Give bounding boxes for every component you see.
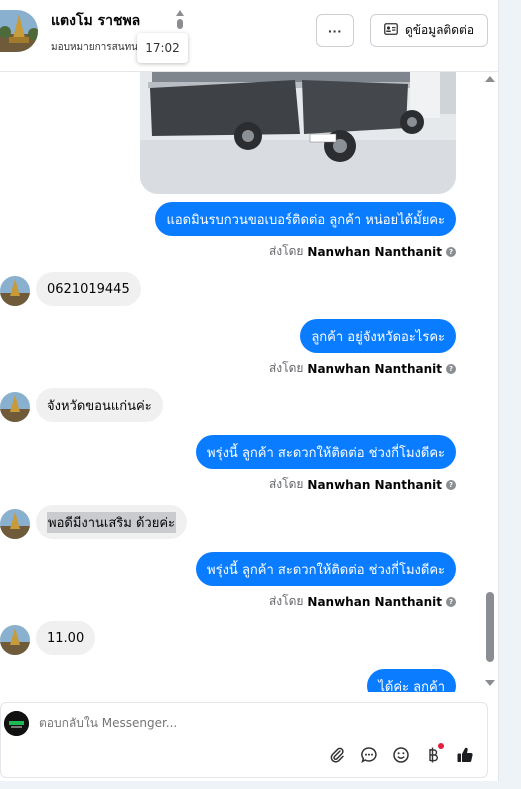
selected-text[interactable]: พอดีมีงานเสริม ด้วยค่ะ	[47, 511, 177, 533]
baht-icon[interactable]	[423, 743, 444, 765]
reply-composer	[0, 702, 488, 778]
outgoing-message[interactable]: ได้ค่ะ ลูกค้า	[367, 669, 456, 692]
info-icon[interactable]: ?	[446, 479, 456, 490]
chat-bubble-icon[interactable]	[359, 745, 379, 765]
view-contact-label: ดูข้อมูลติดต่อ	[404, 23, 475, 37]
sender-name[interactable]: Nanwhan Nanthanit	[307, 478, 442, 492]
info-icon[interactable]: ?	[446, 596, 456, 607]
incoming-message[interactable]: พอดีมีงานเสริม ด้วยค่ะ	[36, 505, 188, 539]
more-options-button[interactable]: ···	[316, 14, 354, 47]
smiley-icon[interactable]	[391, 745, 411, 765]
thumbs-up-icon[interactable]	[455, 745, 475, 765]
sent-by-line: ส่งโดย Nanwhan Nanthanit ?	[269, 242, 456, 261]
incoming-message[interactable]: จังหวัดขอนแก่นค่ะ	[36, 388, 163, 422]
contact-message-avatar[interactable]	[0, 625, 30, 655]
header-scroll-icon	[176, 10, 184, 32]
view-contact-button[interactable]: ดูข้อมูลติดต่อ	[370, 14, 488, 47]
more-dots-icon: ···	[328, 22, 342, 39]
message-list[interactable]: แอดมินรบกวนขอเบอร์ติดต่อ ลูกค้า หน่อยได้…	[0, 72, 484, 692]
scroll-down-arrow-icon[interactable]	[485, 680, 495, 686]
info-icon[interactable]: ?	[446, 246, 456, 257]
message-scrollbar[interactable]	[484, 72, 498, 690]
assign-conversation-label[interactable]: มอบหมายการสนทนา	[51, 40, 141, 55]
contact-name[interactable]: แตงโม ราชพล	[51, 10, 140, 32]
sent-by-prefix: ส่งโดย	[268, 361, 304, 375]
outgoing-message[interactable]: แอดมินรบกวนขอเบอร์ติดต่อ ลูกค้า หน่อยได้…	[155, 202, 456, 236]
sender-name[interactable]: Nanwhan Nanthanit	[307, 595, 442, 609]
right-edge-strip	[498, 0, 521, 789]
contact-message-avatar[interactable]	[0, 276, 30, 306]
sent-by-line: ส่งโดย Nanwhan Nanthanit ?	[269, 592, 456, 611]
contact-card-icon	[384, 23, 398, 38]
conversation-header: แตงโม ราชพล มอบหมายการสนทนา 17:02 ··· ดู…	[0, 0, 498, 72]
contact-message-avatar[interactable]	[0, 509, 30, 539]
incoming-message[interactable]: 11.00	[36, 621, 96, 655]
contact-avatar[interactable]	[0, 10, 38, 52]
scrollbar-thumb[interactable]	[486, 592, 494, 662]
outgoing-message[interactable]: ลูกค้า อยู่จังหวัดอะไรคะ	[300, 319, 456, 353]
bottom-edge-strip	[0, 781, 521, 789]
sent-by-line: ส่งโดย Nanwhan Nanthanit ?	[269, 359, 456, 378]
sent-by-prefix: ส่งโดย	[268, 244, 304, 258]
outgoing-message[interactable]: พรุ่งนี้ ลูกค้า สะดวกให้ติดต่อ ช่วงกี่โม…	[196, 552, 456, 586]
contact-message-avatar[interactable]	[0, 392, 30, 422]
info-icon[interactable]: ?	[446, 363, 456, 374]
sender-name[interactable]: Nanwhan Nanthanit	[307, 245, 442, 259]
timestamp-tooltip: 17:02	[137, 33, 188, 63]
outgoing-message[interactable]: พรุ่งนี้ ลูกค้า สะดวกให้ติดต่อ ช่วงกี่โม…	[196, 435, 456, 469]
truck-photo-attachment[interactable]	[140, 72, 456, 194]
paperclip-icon[interactable]	[327, 745, 347, 765]
reply-input[interactable]	[39, 716, 439, 730]
sent-by-prefix: ส่งโดย	[268, 477, 304, 491]
incoming-message[interactable]: 0621019445	[36, 272, 141, 306]
notification-dot	[438, 743, 444, 749]
sent-by-prefix: ส่งโดย	[268, 594, 304, 608]
composer-toolbar	[327, 743, 475, 765]
sent-by-line: ส่งโดย Nanwhan Nanthanit ?	[269, 475, 456, 494]
scroll-up-arrow-icon[interactable]	[485, 76, 495, 82]
messenger-conversation-panel: แตงโม ราชพล มอบหมายการสนทนา 17:02 ··· ดู…	[0, 0, 521, 789]
page-avatar	[4, 711, 29, 736]
sender-name[interactable]: Nanwhan Nanthanit	[307, 362, 442, 376]
